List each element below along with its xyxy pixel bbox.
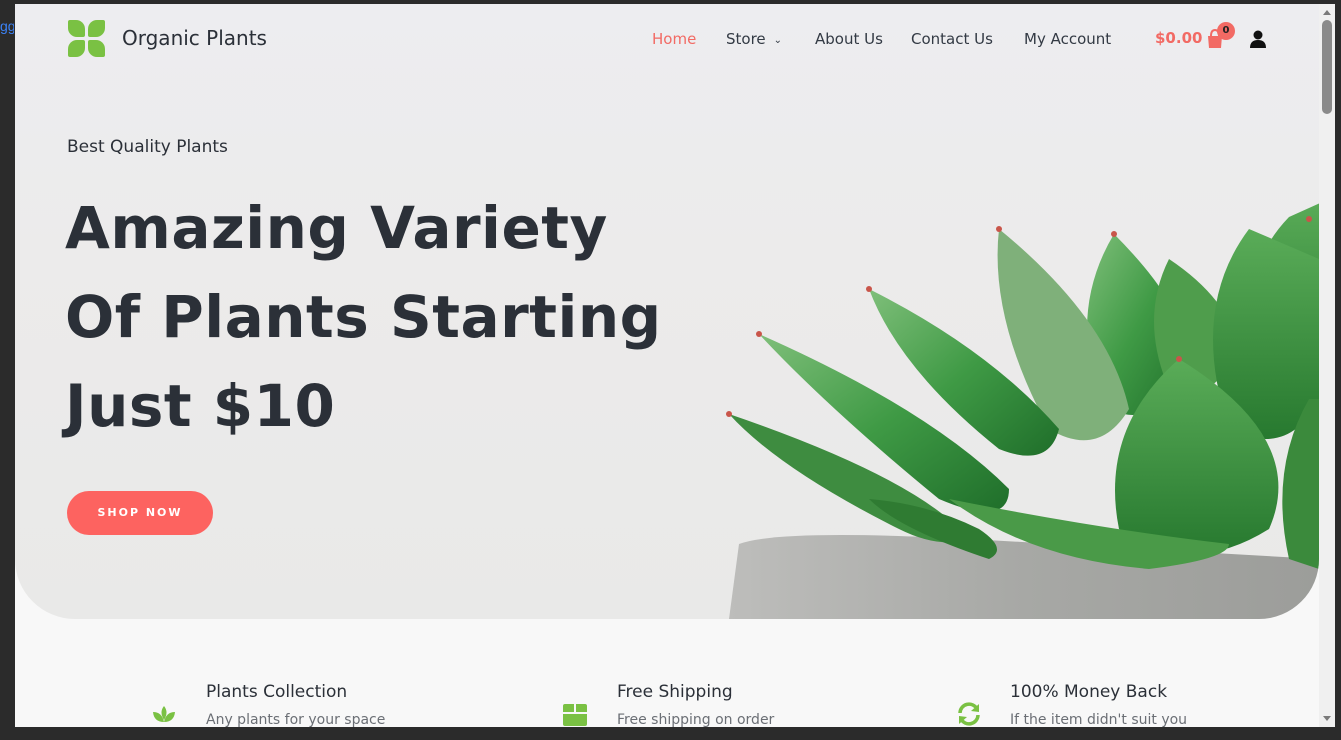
feature-description: Free shipping on order: [617, 712, 775, 727]
page-viewport: Organic Plants Home Store ⌄ About Us Cont…: [15, 4, 1319, 727]
nav-my-account[interactable]: My Account: [1024, 30, 1111, 48]
nav-about-us[interactable]: About Us: [815, 30, 883, 48]
browser-frame: gg Organic Plants Home Store ⌄ About Us …: [0, 0, 1341, 740]
site-title[interactable]: Organic Plants: [122, 26, 267, 50]
hero-headline-line: Just $10: [65, 372, 336, 440]
refresh-icon: [958, 702, 980, 726]
scroll-up-arrow-icon[interactable]: [1323, 10, 1331, 15]
hero-eyebrow: Best Quality Plants: [67, 137, 228, 157]
scroll-down-arrow-icon[interactable]: [1323, 716, 1331, 721]
shop-now-button[interactable]: SHOP NOW: [67, 491, 213, 535]
side-link[interactable]: gg: [0, 18, 14, 34]
sprout-icon: [153, 706, 175, 722]
feature-title: 100% Money Back: [1010, 682, 1168, 702]
feature-title: Free Shipping: [617, 682, 733, 702]
chevron-down-icon: ⌄: [773, 35, 783, 46]
nav-store[interactable]: Store ⌄: [726, 30, 782, 48]
hero-section: Organic Plants Home Store ⌄ About Us Cont…: [15, 4, 1319, 619]
feature-description: Any plants for your space: [206, 712, 386, 727]
feature-title: Plants Collection: [206, 682, 348, 702]
scrollbar-thumb[interactable]: [1322, 20, 1332, 114]
user-icon[interactable]: [1248, 29, 1268, 49]
site-header: Organic Plants Home Store ⌄ About Us Cont…: [15, 4, 1319, 76]
nav-contact-us[interactable]: Contact Us: [911, 30, 993, 48]
hero-headline-line: Of Plants Starting: [65, 283, 662, 351]
succulent-plant-image: [726, 203, 1319, 619]
box-icon: [563, 704, 587, 726]
vertical-scrollbar[interactable]: [1319, 4, 1335, 727]
hero-headline-line: Amazing Variety: [65, 194, 608, 262]
cart-count-badge: 0: [1217, 22, 1235, 40]
hero-headline: Amazing Variety Of Plants Starting Just …: [65, 184, 685, 451]
logo-icon[interactable]: [68, 20, 106, 58]
feature-description: If the item didn't suit you: [1010, 712, 1188, 727]
cart-total[interactable]: $0.00: [1155, 29, 1202, 47]
nav-home[interactable]: Home: [652, 30, 696, 48]
